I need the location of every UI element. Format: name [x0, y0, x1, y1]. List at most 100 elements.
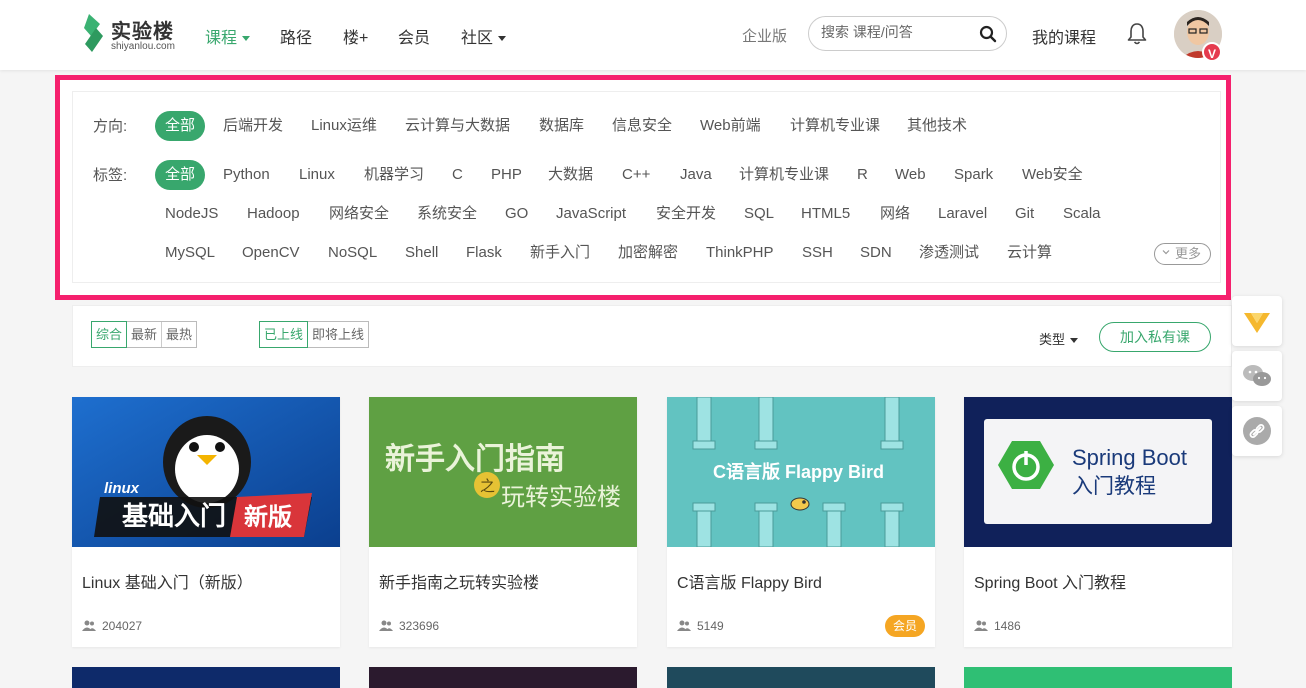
tag-item[interactable]: R	[857, 160, 868, 190]
search-icon[interactable]	[979, 25, 997, 43]
tag-item[interactable]: 大数据	[548, 160, 593, 190]
chevron-down-icon	[1162, 250, 1170, 255]
status-toggle: 已上线 即将上线	[259, 321, 370, 348]
chevron-down-icon	[498, 36, 507, 42]
thumb-text: 入门教程	[1072, 475, 1156, 498]
course-users: 204027	[82, 619, 142, 633]
enterprise-link[interactable]: 企业版	[742, 25, 787, 46]
bell-icon[interactable]	[1126, 22, 1148, 46]
tag-item[interactable]: Git	[1015, 199, 1034, 229]
tag-item[interactable]: C	[452, 160, 463, 190]
course-thumbnail: C语言版 Flappy Bird	[667, 397, 935, 547]
tag-item[interactable]: 云计算	[1007, 238, 1052, 268]
vip-v-icon	[1244, 313, 1270, 333]
tag-item[interactable]: Hadoop	[247, 199, 300, 229]
direction-other[interactable]: 其他技术	[907, 111, 967, 141]
tag-item[interactable]: 网络安全	[329, 199, 389, 229]
tag-item[interactable]: 加密解密	[618, 238, 678, 268]
tag-item[interactable]: 网络	[880, 199, 910, 229]
tag-item[interactable]: Java	[680, 160, 712, 190]
search-input[interactable]	[821, 24, 971, 40]
tag-item[interactable]: 新手入门	[530, 238, 590, 268]
course-card[interactable]: C语言版 Flappy Bird C语言版 Flappy Bird 5149 会…	[667, 397, 935, 647]
status-online[interactable]: 已上线	[259, 321, 309, 348]
course-card-partial[interactable]	[369, 667, 637, 688]
wechat-float-button[interactable]	[1232, 351, 1282, 401]
member-badge: 会员	[884, 615, 925, 637]
search-box	[808, 16, 1007, 51]
direction-linux-ops[interactable]: Linux运维	[311, 111, 377, 141]
course-thumbnail: Spring Boot 入门教程	[964, 397, 1232, 547]
tag-item[interactable]: Web	[895, 160, 926, 190]
tag-item[interactable]: PHP	[491, 160, 522, 190]
order-comprehensive[interactable]: 综合	[91, 321, 128, 348]
nav-paths[interactable]: 路径	[280, 24, 312, 48]
direction-backend[interactable]: 后端开发	[223, 111, 283, 141]
order-hottest[interactable]: 最热	[162, 322, 196, 347]
order-newest[interactable]: 最新	[127, 322, 163, 347]
course-card[interactable]: 新手入门指南 之 玩转实验楼 新手指南之玩转实验楼 323696	[369, 397, 637, 647]
logo-mark-icon	[84, 14, 103, 52]
direction-database[interactable]: 数据库	[539, 111, 584, 141]
tag-item[interactable]: SSH	[802, 238, 833, 268]
tag-item[interactable]: 渗透测试	[919, 238, 979, 268]
more-tags-button[interactable]: 更多	[1154, 243, 1211, 265]
tag-item[interactable]: OpenCV	[242, 238, 300, 268]
tag-item[interactable]: Shell	[405, 238, 438, 268]
vip-float-button[interactable]	[1232, 296, 1282, 346]
nav-lou-plus[interactable]: 楼+	[343, 24, 368, 48]
course-card-partial[interactable]	[964, 667, 1232, 688]
course-title[interactable]: 新手指南之玩转实验楼	[379, 569, 539, 593]
course-title[interactable]: C语言版 Flappy Bird	[677, 569, 822, 593]
thumb-text: 玩转实验楼	[501, 484, 621, 511]
my-courses-link[interactable]: 我的课程	[1032, 24, 1096, 48]
direction-security[interactable]: 信息安全	[612, 111, 672, 141]
tag-item[interactable]: Flask	[466, 238, 502, 268]
tag-item[interactable]: 系统安全	[417, 199, 477, 229]
tag-item[interactable]: Scala	[1063, 199, 1101, 229]
tag-item[interactable]: GO	[505, 199, 528, 229]
tag-item[interactable]: 机器学习	[364, 160, 424, 190]
tag-all[interactable]: 全部	[155, 160, 206, 190]
tag-item[interactable]: JavaScript	[556, 199, 626, 229]
tag-item[interactable]: HTML5	[801, 199, 850, 229]
direction-cloud-bigdata[interactable]: 云计算与大数据	[405, 111, 510, 141]
tag-item[interactable]: MySQL	[165, 238, 215, 268]
join-private-course-button[interactable]: 加入私有课	[1099, 322, 1211, 352]
course-users: 323696	[379, 619, 439, 633]
tag-item[interactable]: C++	[622, 160, 650, 190]
nav-community[interactable]: 社区	[461, 24, 507, 48]
tag-item[interactable]: NoSQL	[328, 238, 377, 268]
course-card-partial[interactable]	[667, 667, 935, 688]
chevron-down-icon	[242, 36, 251, 42]
course-card-partial[interactable]	[72, 667, 340, 688]
status-coming-soon[interactable]: 即将上线	[308, 322, 368, 347]
tag-item[interactable]: Linux	[299, 160, 335, 190]
tag-item[interactable]: 安全开发	[656, 199, 716, 229]
course-card[interactable]: linux 基础入门 新版 Linux 基础入门（新版） 204027	[72, 397, 340, 647]
nav-courses[interactable]: 课程	[205, 24, 251, 48]
tags-label: 标签:	[93, 167, 128, 184]
direction-web-frontend[interactable]: Web前端	[700, 111, 761, 141]
direction-cs-courses[interactable]: 计算机专业课	[790, 111, 880, 141]
users-icon	[379, 620, 393, 631]
link-icon	[1243, 417, 1271, 445]
course-card[interactable]: Spring Boot 入门教程 Spring Boot 入门教程 1486	[964, 397, 1232, 647]
tag-item[interactable]: 计算机专业课	[739, 160, 829, 190]
link-float-button[interactable]	[1232, 406, 1282, 456]
site-logo[interactable]: 实验楼 shiyanlou.com	[80, 14, 180, 54]
course-title[interactable]: Linux 基础入门（新版）	[82, 569, 253, 593]
tag-item[interactable]: Laravel	[938, 199, 987, 229]
thumb-text: linux	[104, 480, 140, 497]
course-title[interactable]: Spring Boot 入门教程	[974, 569, 1126, 593]
direction-all[interactable]: 全部	[155, 111, 206, 141]
type-dropdown[interactable]: 类型	[1039, 329, 1079, 348]
tag-item[interactable]: Web安全	[1022, 160, 1083, 190]
tag-item[interactable]: Spark	[954, 160, 993, 190]
tag-item[interactable]: ThinkPHP	[706, 238, 774, 268]
tag-item[interactable]: SQL	[744, 199, 774, 229]
nav-membership[interactable]: 会员	[398, 24, 430, 48]
tag-item[interactable]: SDN	[860, 238, 892, 268]
tag-item[interactable]: Python	[223, 160, 270, 190]
tag-item[interactable]: NodeJS	[165, 199, 218, 229]
